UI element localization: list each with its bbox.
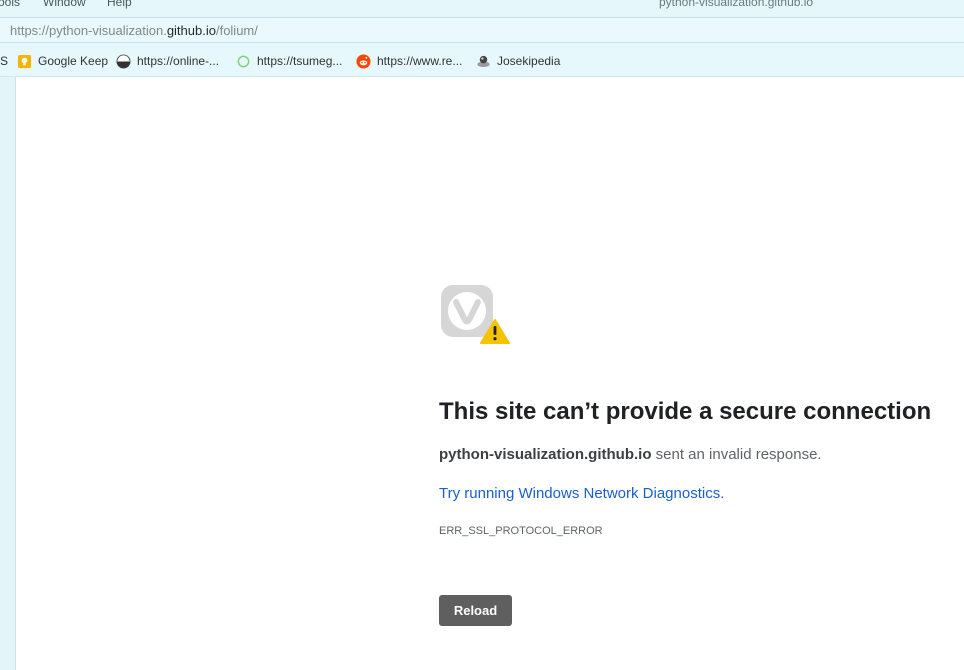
reddit-icon (356, 53, 371, 69)
error-code: ERR_SSL_PROTOCOL_ERROR (439, 525, 603, 537)
reload-button[interactable]: Reload (439, 595, 512, 626)
url-path: /folium/ (215, 23, 258, 38)
error-page: This site can’t provide a secure connect… (16, 77, 964, 670)
bookmark-label: https://www.re... (377, 54, 463, 68)
url-host: github.io (166, 23, 216, 38)
error-heading: This site can’t provide a secure connect… (439, 398, 932, 425)
error-message: sent an invalid response. (651, 446, 822, 463)
menu-bar: ools Window Help python-visualization.gi… (0, 0, 964, 17)
josekipedia-icon (477, 55, 490, 67)
address-bar[interactable]: https://python-visualization.github.io/f… (0, 17, 964, 43)
circle-icon (237, 55, 250, 67)
menu-window[interactable]: Window (43, 0, 86, 9)
bookmark-josekipedia[interactable]: Josekipedia (476, 53, 560, 69)
window-title: python-visualization.github.io (659, 0, 814, 9)
bookmark-item[interactable]: S (0, 53, 8, 69)
bookmark-label: S (0, 54, 9, 68)
bookmark-label: Josekipedia (497, 54, 561, 68)
bookmark-label: https://tsumeg... (257, 54, 343, 68)
menu-tools[interactable]: ools (0, 0, 20, 9)
bookmark-reddit[interactable]: https://www.re... (356, 53, 462, 69)
url-prefix: https://python-visualization. (10, 23, 167, 38)
bookmark-tsumego[interactable]: https://tsumeg... (236, 53, 342, 69)
bookmark-label: https://online-... (137, 54, 220, 68)
error-host: python-visualization.github.io (439, 446, 652, 463)
bookmark-label: Google Keep (38, 54, 109, 68)
menu-help[interactable]: Help (107, 0, 132, 9)
google-keep-icon (17, 54, 32, 68)
vivaldi-warning-icon (441, 285, 510, 344)
bookmark-google-keep[interactable]: Google Keep (17, 53, 108, 69)
bookmark-online-go[interactable]: https://online-... (116, 53, 219, 69)
network-diagnostics-link[interactable]: Try running Windows Network Diagnostics. (439, 485, 724, 502)
online-go-icon (116, 53, 131, 69)
side-panel[interactable] (0, 77, 16, 670)
bookmarks-bar: S Google Keep https://online-... https:/… (0, 43, 964, 77)
error-summary: python-visualization.github.io sent an i… (439, 446, 822, 463)
url-field[interactable]: https://python-visualization.github.io/f… (10, 23, 258, 38)
